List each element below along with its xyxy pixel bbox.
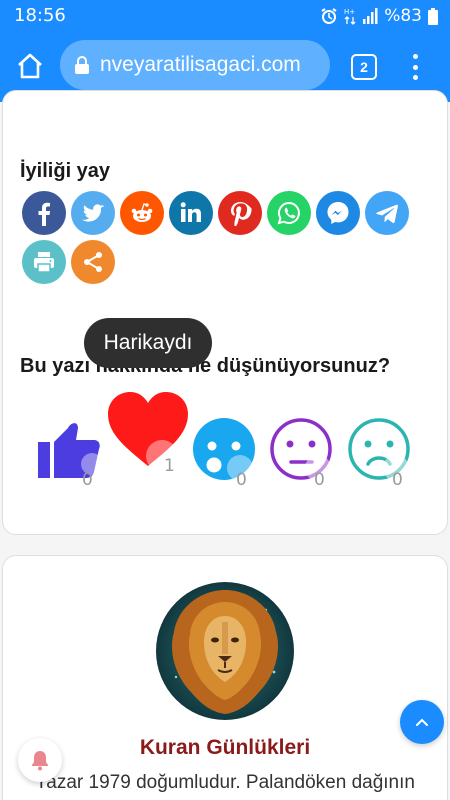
share-linkedin-button[interactable]	[169, 191, 213, 235]
status-bar: 18:56 H+ %83	[0, 0, 450, 30]
messenger-icon	[327, 202, 349, 224]
reaction-tooltip: Harikaydı	[84, 318, 212, 368]
reaction-sad-count: 0	[392, 470, 403, 490]
share-buttons-row-2	[22, 240, 115, 284]
print-icon	[34, 252, 54, 273]
scroll-to-top-button[interactable]	[400, 700, 444, 744]
share-messenger-button[interactable]	[316, 191, 360, 235]
share-print-button[interactable]	[22, 240, 66, 284]
reaction-like[interactable]: 0	[36, 418, 106, 490]
battery-percent: %83	[384, 6, 422, 26]
neutral-face-icon	[270, 418, 332, 481]
home-button[interactable]	[14, 50, 46, 82]
reaction-like-count: 0	[82, 470, 93, 490]
bell-icon	[32, 751, 48, 771]
facebook-icon	[38, 202, 51, 226]
more-menu-button[interactable]	[405, 52, 425, 82]
share-title: İyiliği yay	[20, 160, 111, 182]
alarm-icon	[321, 8, 337, 24]
chevron-up-icon	[416, 718, 428, 726]
address-bar[interactable]: nveyaratilisagaci.com	[60, 40, 330, 90]
share-twitter-button[interactable]	[71, 191, 115, 235]
twitter-icon	[82, 204, 104, 222]
surprised-face-icon	[193, 418, 255, 481]
share-buttons-row-1	[22, 191, 409, 235]
lock-icon	[75, 56, 89, 74]
status-icons: H+ %83	[320, 6, 438, 26]
notification-bell-button[interactable]	[18, 738, 62, 782]
svg-text:H+: H+	[344, 8, 355, 16]
status-time: 18:56	[14, 5, 66, 26]
signal-icon	[363, 8, 378, 24]
reaction-wow-count: 0	[236, 470, 247, 490]
home-icon	[18, 53, 42, 79]
battery-icon	[428, 7, 438, 25]
reaction-sad[interactable]: 0	[348, 418, 414, 490]
reaction-love[interactable]: 1	[106, 390, 190, 476]
reddit-icon	[131, 203, 153, 222]
share-whatsapp-button[interactable]	[267, 191, 311, 235]
whatsapp-icon	[277, 201, 300, 225]
reaction-wow[interactable]: 0	[192, 418, 258, 490]
url-text: nveyaratilisagaci.com	[100, 53, 301, 76]
author-name: Kuran Günlükleri	[139, 736, 311, 759]
reaction-neutral[interactable]: 0	[270, 418, 336, 490]
tabs-button[interactable]: 2	[351, 54, 377, 80]
author-bio: Yazar 1979 doğumludur. Palandöken dağını…	[35, 772, 415, 793]
pinterest-icon	[231, 202, 252, 226]
heart-icon	[108, 392, 188, 470]
share-facebook-button[interactable]	[22, 191, 66, 235]
sad-face-icon	[348, 418, 410, 481]
author-avatar	[156, 582, 294, 720]
reaction-love-count: 1	[164, 456, 175, 476]
telegram-icon	[376, 204, 398, 224]
share-more-button[interactable]	[71, 240, 115, 284]
share-pinterest-button[interactable]	[218, 191, 262, 235]
share-telegram-button[interactable]	[365, 191, 409, 235]
share-reddit-button[interactable]	[120, 191, 164, 235]
data-arrows-icon: H+	[344, 8, 356, 25]
share-icon	[84, 252, 102, 272]
linkedin-icon	[180, 202, 201, 222]
reaction-neutral-count: 0	[314, 470, 325, 490]
